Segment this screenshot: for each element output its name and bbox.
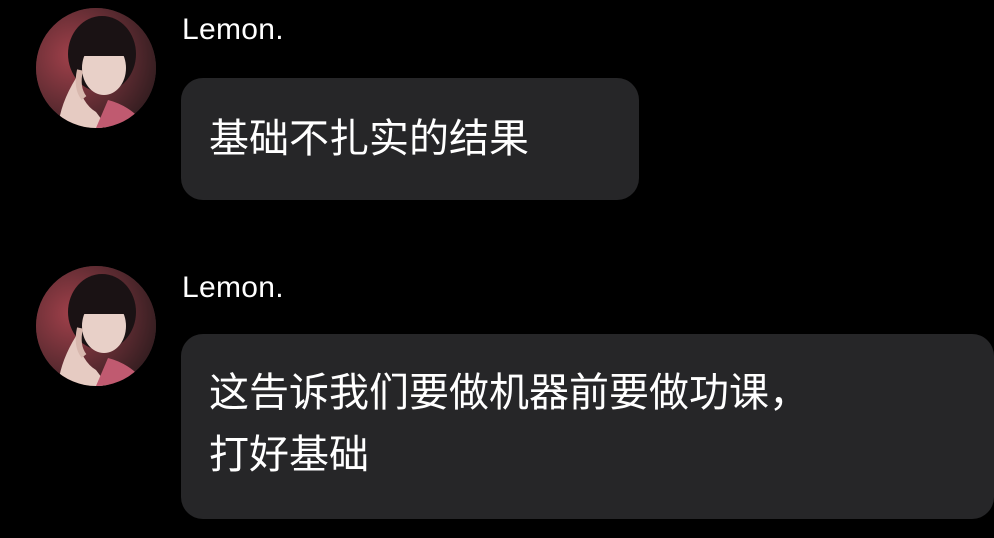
message-bubble[interactable]: 这告诉我们要做机器前要做功课， 打好基础 [181, 334, 994, 519]
message-text: 基础不扎实的结果 [209, 116, 529, 162]
chat-message: Lemon. 这告诉我们要做机器前要做功课， 打好基础 [0, 258, 994, 538]
avatar-photo-icon [36, 266, 156, 386]
message-bubble[interactable]: 基础不扎实的结果 [181, 78, 639, 200]
chat-message: Lemon. 基础不扎实的结果 [0, 0, 994, 230]
avatar-photo-icon [36, 8, 156, 128]
sender-name[interactable]: Lemon. [182, 10, 284, 50]
sender-name[interactable]: Lemon. [182, 268, 284, 308]
avatar[interactable] [36, 8, 156, 128]
message-text: 这告诉我们要做机器前要做功课， 打好基础 [209, 370, 809, 478]
avatar[interactable] [36, 266, 156, 386]
